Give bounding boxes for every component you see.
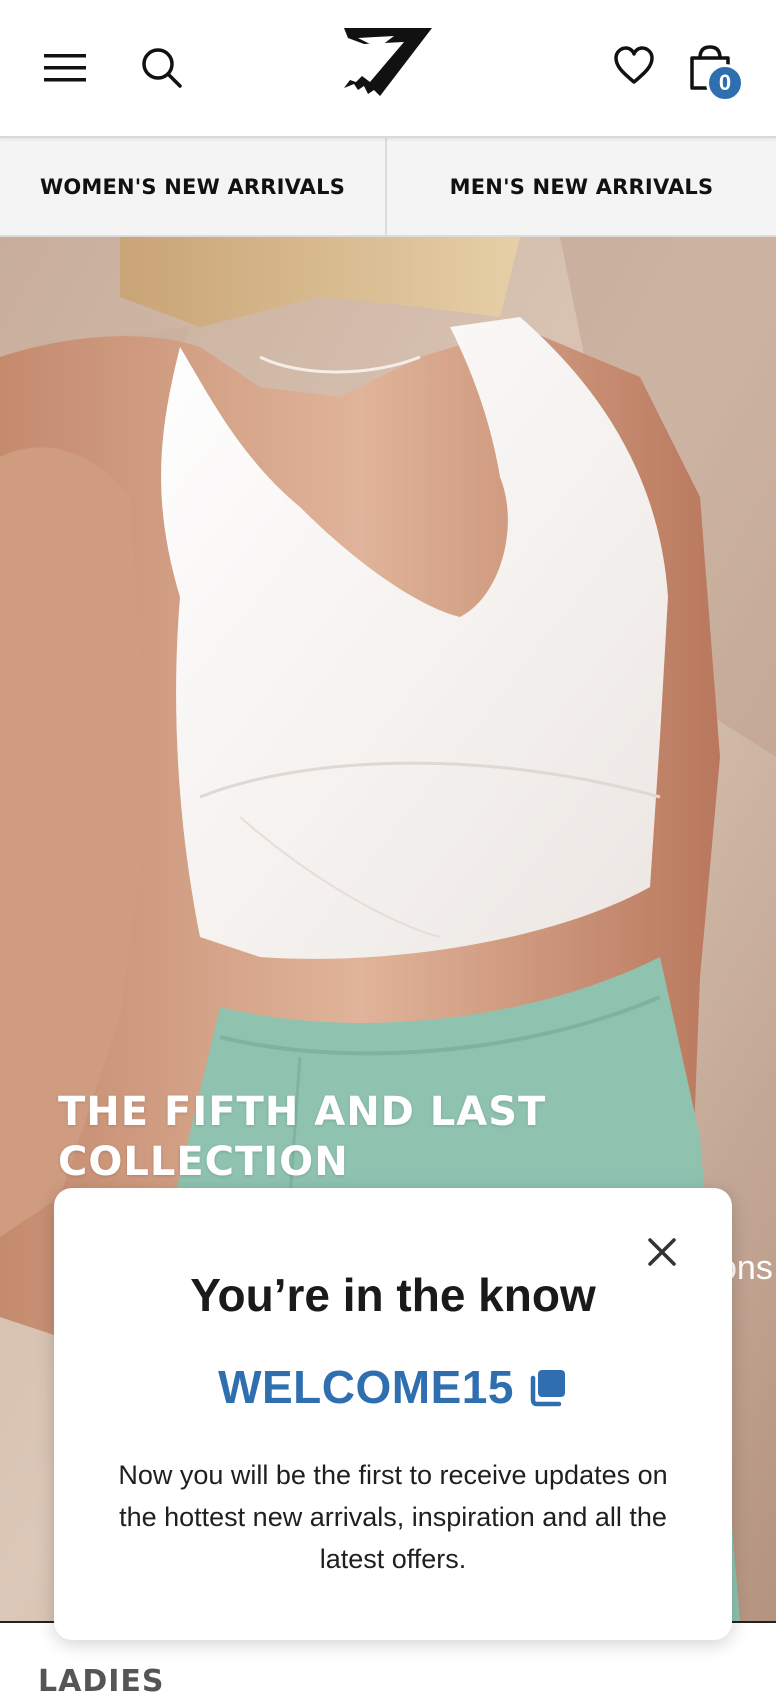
section-label-ladies: LADIES bbox=[38, 1664, 165, 1699]
modal-body-text: Now you will be the first to receive upd… bbox=[118, 1460, 668, 1574]
copy-icon[interactable] bbox=[528, 1367, 568, 1407]
heart-icon[interactable] bbox=[612, 44, 656, 88]
hero-title: THE FIFTH AND LAST COLLECTION bbox=[58, 1089, 547, 1185]
promo-modal: You’re in the know WELCOME15 Now you wil… bbox=[54, 1188, 732, 1640]
gymshark-logo[interactable] bbox=[340, 26, 436, 98]
promo-code[interactable]: WELCOME15 bbox=[218, 1360, 514, 1414]
modal-title: You’re in the know bbox=[190, 1269, 596, 1321]
cart-count-badge[interactable]: 0 bbox=[706, 64, 744, 102]
category-tabs: WOMEN'S NEW ARRIVALS MEN'S NEW ARRIVALS bbox=[0, 138, 776, 237]
tab-mens-new-arrivals[interactable]: MEN'S NEW ARRIVALS bbox=[387, 138, 776, 235]
hamburger-menu-icon[interactable] bbox=[44, 52, 86, 84]
search-icon[interactable] bbox=[140, 46, 184, 90]
tab-womens-new-arrivals[interactable]: WOMEN'S NEW ARRIVALS bbox=[0, 138, 387, 235]
promo-code-row[interactable]: WELCOME15 bbox=[54, 1360, 732, 1414]
site-header: 0 bbox=[0, 0, 776, 138]
